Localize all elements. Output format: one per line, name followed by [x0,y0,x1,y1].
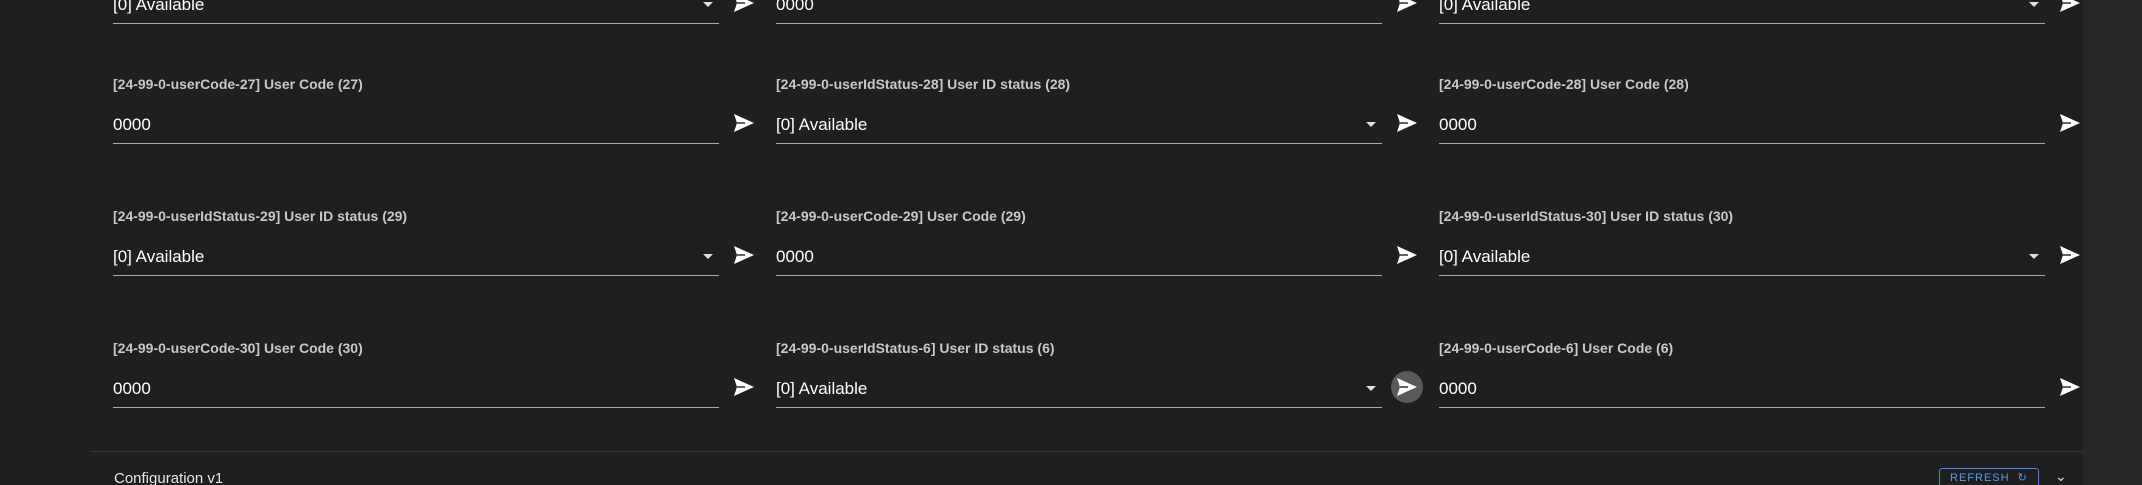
send-icon [2058,111,2082,135]
send-button[interactable] [2054,371,2086,403]
status-select[interactable]: [0] Available [776,112,1382,144]
field-value: [0] Available [113,0,205,14]
send-button[interactable] [1391,0,1423,19]
send-button[interactable] [2054,107,2086,139]
field-label: [24-99-0-userCode-6] User Code (6) [1439,340,1674,356]
chevron-down-icon[interactable]: ⌄ [2055,468,2067,485]
field-label: [24-99-0-userIdStatus-30] User ID status… [1439,208,1734,224]
status-select[interactable]: [0] Available [776,376,1382,408]
field-label: [24-99-0-userCode-29] User Code (29) [776,208,1026,224]
send-icon [732,111,756,135]
refresh-label: REFRESH [1950,472,2010,484]
configuration-title: Configuration v1 [114,470,224,485]
send-button[interactable] [728,239,760,271]
field-label: [24-99-0-userCode-28] User Code (28) [1439,76,1689,92]
status-select[interactable]: [0] Available [113,244,719,276]
field-value: [0] Available [776,379,868,398]
refresh-icon: ↻ [2017,472,2028,484]
dropdown-arrow-icon[interactable] [703,254,713,259]
send-icon [2058,243,2082,267]
field-value: 0000 [1439,115,1477,134]
dropdown-arrow-icon[interactable] [2029,254,2039,259]
field-value: [0] Available [113,247,205,266]
code-input[interactable]: 0000 [113,376,719,408]
send-icon [2058,0,2082,15]
send-icon [1395,0,1419,15]
dropdown-arrow-icon[interactable] [1366,122,1376,127]
send-icon [732,0,756,15]
dropdown-arrow-icon[interactable] [1366,386,1376,391]
configuration-section-header[interactable]: Configuration v1 REFRESH ↻ ⌄ [90,452,2083,485]
send-icon [2058,375,2082,399]
send-icon [1395,243,1419,267]
field-label: [24-99-0-userCode-30] User Code (30) [113,340,363,356]
code-input[interactable]: 0000 [776,244,1382,276]
field-label: [24-99-0-userCode-27] User Code (27) [113,76,363,92]
status-select[interactable]: [0] Available [113,0,719,24]
send-button[interactable] [1391,371,1423,403]
code-input[interactable]: 0000 [776,0,1382,24]
field-value: 0000 [776,247,814,266]
send-icon [732,375,756,399]
code-input[interactable]: 0000 [1439,112,2045,144]
send-icon [1395,375,1419,399]
field-value: 0000 [1439,379,1477,398]
refresh-button[interactable]: REFRESH ↻ [1939,468,2039,485]
dropdown-arrow-icon[interactable] [2029,2,2039,7]
send-button[interactable] [1391,239,1423,271]
send-button[interactable] [728,107,760,139]
code-input[interactable]: 0000 [113,112,719,144]
field-value: 0000 [113,379,151,398]
send-icon [732,243,756,267]
status-select[interactable]: [0] Available [1439,0,2045,24]
app-root: [0] Available 0000 [0] Available [24-99-0-u… [0,0,2142,485]
send-button[interactable] [2054,239,2086,271]
code-input[interactable]: 0000 [1439,376,2045,408]
field-value: 0000 [113,115,151,134]
field-label: [24-99-0-userIdStatus-6] User ID status … [776,340,1055,356]
send-button[interactable] [728,371,760,403]
send-button[interactable] [728,0,760,19]
send-button[interactable] [1391,107,1423,139]
field-label: [24-99-0-userIdStatus-29] User ID status… [113,208,408,224]
right-scroll-area [2082,0,2142,485]
field-value: [0] Available [1439,247,1531,266]
field-label: [24-99-0-userIdStatus-28] User ID status… [776,76,1071,92]
field-value: [0] Available [776,115,868,134]
dropdown-arrow-icon[interactable] [703,2,713,7]
status-select[interactable]: [0] Available [1439,244,2045,276]
send-icon [1395,111,1419,135]
field-value: 0000 [776,0,814,14]
field-value: [0] Available [1439,0,1531,14]
